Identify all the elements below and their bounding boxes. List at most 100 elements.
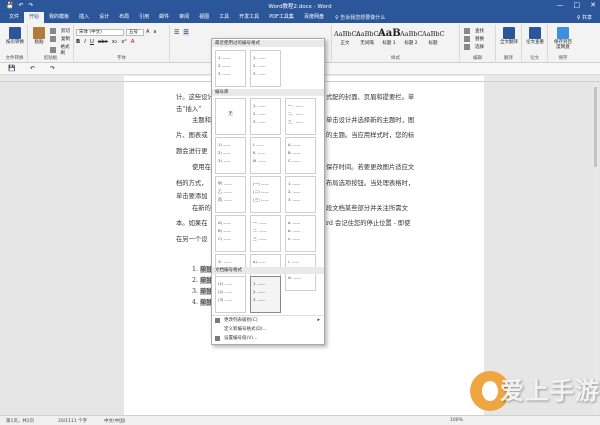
tell-me-search[interactable]: ♀ 告诉我您想要做什么	[335, 14, 385, 21]
italic-button[interactable]: I	[84, 39, 86, 45]
title-bar: 💾 ↶ ↷ Word教程2.docx - Word — □ ✕	[0, 0, 600, 12]
numbering-option[interactable]: 甲. —— 乙. —— 丙. ——	[215, 176, 246, 213]
doc-line: 保存时间。若要更改图片适应文	[326, 164, 415, 171]
group-save: 保存到百度网盘 保存	[548, 25, 578, 61]
word-count[interactable]: 20/1111 个字	[58, 418, 87, 424]
tab-developer[interactable]: 开发工具	[234, 12, 264, 23]
list-item[interactable]: 3. 单独	[192, 286, 213, 295]
paste-button[interactable]: 粘贴	[28, 27, 50, 45]
tab-mailings[interactable]: 邮件	[154, 12, 174, 23]
strikethrough-button[interactable]: abc	[98, 39, 108, 45]
numbering-option[interactable]: (1) —— (2) —— (3) ——	[215, 276, 246, 313]
doc-line: 布局选项按钮。当处理表格时，	[326, 180, 415, 187]
font-color-icon[interactable]: A	[131, 39, 135, 45]
numbering-option[interactable]: (一) —— (二) —— (三) ——	[250, 176, 281, 213]
share-button[interactable]: ♀ 共享	[577, 14, 592, 21]
tab-file[interactable]: 文件	[4, 12, 24, 23]
define-number-format-item[interactable]: 定义新编号格式(D)...	[212, 325, 324, 334]
numbering-option[interactable]: 1. —— 2. —— 3. ——	[250, 98, 281, 135]
tab-home[interactable]: 开始	[24, 12, 45, 23]
style-normal[interactable]: AaBbCc 正文	[334, 28, 360, 52]
font-size-select[interactable]: 五号	[126, 29, 144, 36]
subscript-button[interactable]: x₂	[112, 39, 117, 45]
list-item[interactable]: 4. 单独	[192, 297, 213, 306]
redo-icon[interactable]: ↷	[50, 65, 55, 72]
scrollbar-thumb[interactable]	[594, 87, 597, 167]
bold-button[interactable]: B	[76, 39, 80, 45]
doc-line: 击“插入”	[176, 106, 202, 113]
cut-button[interactable]: 剪切	[50, 28, 70, 34]
full-translate-button[interactable]: 全文翻译	[498, 27, 520, 45]
doc-line: 段文档某些部分并关注所需文	[326, 205, 408, 212]
tab-pdf[interactable]: PDF工具集	[264, 12, 299, 23]
tab-tools[interactable]: 工具	[214, 12, 234, 23]
numbering-option[interactable]: 1) —— 2) —— 3) ——	[215, 137, 246, 174]
undo-icon[interactable]: ↶	[30, 65, 35, 72]
tab-insert[interactable]: 插入	[74, 12, 94, 23]
numbering-option[interactable]: 1. —— 2. —— 3. ——	[285, 176, 316, 213]
font-name-select[interactable]: 宋体 (中文)	[76, 29, 124, 36]
maximize-button[interactable]: □	[574, 1, 581, 9]
numbering-option[interactable]: 1. —— 2. —— 3. ——	[215, 50, 246, 87]
page-count[interactable]: 第1页，共2页	[6, 418, 34, 424]
numbering-option[interactable]: A) —— B) —— C) ——	[215, 215, 246, 252]
numbering-option[interactable]: 一. —— 二. —— 三. ——	[250, 215, 281, 252]
grow-font-icon[interactable]: A	[146, 29, 149, 35]
shrink-font-icon[interactable]: a	[153, 29, 156, 35]
doc-line: 在新的	[192, 205, 211, 212]
numbering-value-icon	[215, 336, 220, 341]
save-icon[interactable]: 💾	[8, 65, 15, 72]
select-button[interactable]: 选择	[464, 44, 484, 50]
tab-templates[interactable]: 我的模板	[44, 12, 74, 23]
style-no-spacing[interactable]: AaBbCc 无间隔	[356, 28, 382, 52]
superscript-button[interactable]: x²	[121, 39, 126, 45]
doc-line: 的主题。当应用样式时，您的标	[326, 132, 415, 139]
tab-view[interactable]: 视图	[194, 12, 214, 23]
numbering-option[interactable]: 1. —— 2. —— 3. ——	[250, 50, 281, 87]
save-baidu-button[interactable]: 保存到百度网盘	[552, 27, 574, 50]
numbering-option[interactable]: a. —— b. —— c. ——	[285, 215, 316, 252]
change-list-level-item[interactable]: 更改列表级别(C) ▸	[212, 316, 324, 325]
numbering-icon[interactable]: ☰	[183, 29, 189, 36]
numbering-option[interactable]: I. —— II. —— III. ——	[250, 137, 281, 174]
group-paper: 论文查重 论文	[522, 25, 548, 61]
copy-button[interactable]: 复制	[50, 36, 70, 42]
zoom-level[interactable]: 100%	[450, 418, 463, 423]
tab-design[interactable]: 设计	[94, 12, 114, 23]
paper-check-icon	[529, 27, 541, 39]
list-item[interactable]: 2. 单独	[192, 275, 213, 284]
language[interactable]: 中文(中国)	[104, 418, 126, 424]
close-button[interactable]: ✕	[590, 1, 596, 9]
window-title: Word教程2.docx - Word	[268, 4, 332, 10]
recent-header: 最近使用过的编号格式	[212, 40, 324, 47]
group-translate: 全文翻译 翻译	[496, 25, 522, 61]
numbering-dropdown: 最近使用过的编号格式 1. —— 2. —— 3. —— 1. —— 2. ——…	[211, 38, 325, 345]
bullets-icon[interactable]: ☰	[174, 29, 179, 36]
underline-button[interactable]: U	[90, 39, 94, 45]
set-numbering-value-item[interactable]: 设置编号值(V)...	[212, 334, 324, 343]
numbering-option[interactable]: 一、—— 二、—— 三、——	[285, 98, 316, 135]
numbering-option-selected[interactable]: 1. —— 2. —— 3. ——	[250, 276, 281, 313]
find-button[interactable]: 查找	[464, 28, 484, 34]
style-title[interactable]: AaBbC 标题	[422, 28, 444, 52]
document-formats-header: 文档编号格式	[212, 267, 324, 274]
tab-review[interactable]: 审阅	[174, 12, 194, 23]
numbering-option[interactable]: A. —— B. —— C. ——	[285, 137, 316, 174]
group-styles: AaBbCc 正文 AaBbCc 无间隔 AaB 标题 1 AaBbC 标题 2 AaB…	[332, 25, 460, 61]
tab-layout[interactable]: 布局	[114, 12, 134, 23]
style-heading1[interactable]: AaB 标题 1	[378, 28, 401, 52]
indent-icon	[215, 318, 220, 323]
doc-line: 单击要添加	[176, 193, 208, 200]
style-heading2[interactable]: AaBbC 标题 2	[400, 28, 422, 52]
replace-button[interactable]: 替换	[464, 36, 484, 42]
doc-line: 式配的封面、页眉和提要栏。单	[326, 94, 415, 101]
paper-check-button[interactable]: 论文查重	[524, 27, 546, 45]
minimize-button[interactable]: —	[557, 1, 564, 9]
tab-references[interactable]: 引用	[134, 12, 154, 23]
convert-button[interactable]: 按页转换	[4, 27, 26, 45]
numbering-none[interactable]: 无	[215, 98, 246, 135]
doc-line: 题会进行更	[176, 148, 208, 155]
tab-baidu[interactable]: 百度网盘	[299, 12, 329, 23]
doc-line: 在另一个设	[176, 236, 208, 243]
list-item[interactable]: 1. 单独	[192, 264, 213, 273]
